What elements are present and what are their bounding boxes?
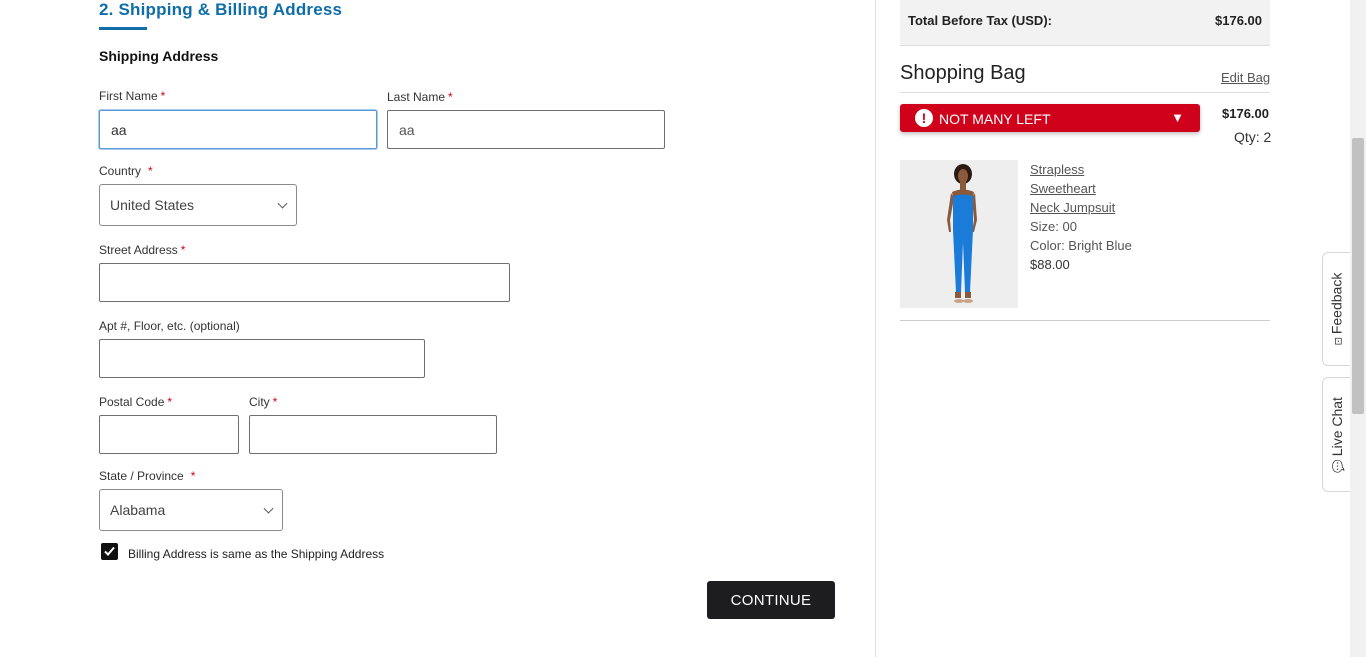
product-name-line1[interactable]: Strapless [1030, 162, 1084, 177]
billing-same-label: Billing Address is same as the Shipping … [128, 547, 385, 561]
scrollbar-thumb[interactable] [1352, 138, 1364, 414]
continue-button[interactable]: CONTINUE [707, 581, 835, 619]
first-name-label: First Name * [99, 89, 166, 103]
city-label: City * [249, 395, 278, 409]
shipping-address-heading: Shipping Address [99, 48, 219, 64]
first-name-input[interactable] [99, 110, 377, 149]
edit-bag-link[interactable]: Edit Bag [1221, 70, 1270, 85]
bag-divider [900, 92, 1270, 93]
street-address-input[interactable] [99, 263, 510, 302]
billing-same-checkbox[interactable] [101, 543, 118, 560]
city-input[interactable] [249, 415, 497, 454]
product-price: $88.00 [1030, 257, 1070, 272]
feedback-tab[interactable]: ⊡ Feedback [1322, 252, 1350, 366]
state-select[interactable]: Alabama [99, 489, 283, 531]
section-title: 2. Shipping & Billing Address [99, 0, 343, 19]
column-divider [875, 0, 876, 657]
product-size: Size: 00 [1030, 219, 1077, 234]
product-image[interactable] [900, 160, 1018, 308]
shopping-bag-title: Shopping Bag [900, 62, 1026, 84]
last-name-label: Last Name * [387, 90, 453, 104]
postal-code-input[interactable] [99, 415, 239, 454]
item-divider [900, 320, 1270, 321]
postal-code-label: Postal Code * [99, 395, 173, 409]
total-before-tax-label: Total Before Tax (USD): [908, 13, 1052, 28]
chevron-down-icon [263, 503, 274, 514]
checkmark-icon [104, 546, 115, 556]
not-many-left-alert[interactable]: ! NOT MANY LEFT ▼ [900, 104, 1200, 132]
country-label: Country * [99, 164, 153, 178]
country-select-value: United States [110, 197, 195, 213]
country-select[interactable]: United States [99, 184, 297, 226]
bag-quantity: Qty: 2 [1234, 129, 1272, 145]
product-name-line3[interactable]: Neck Jumpsuit [1030, 200, 1115, 215]
feedback-tab-label: ⊡ Feedback [1328, 272, 1345, 346]
apt-input[interactable] [99, 339, 425, 378]
product-color: Color: Bright Blue [1030, 238, 1132, 253]
section-title-underline [99, 27, 147, 30]
street-address-label: Street Address * [99, 243, 186, 257]
bag-price: $176.00 [1222, 106, 1269, 121]
last-name-input[interactable] [387, 110, 665, 149]
jumpsuit-model-illustration [900, 160, 1018, 308]
live-chat-tab[interactable]: 💬 Live Chat [1322, 377, 1350, 492]
chat-icon: 💬 [1332, 455, 1345, 473]
live-chat-tab-label: 💬 Live Chat [1328, 396, 1345, 473]
exclamation-icon: ! [915, 109, 933, 127]
total-before-tax-row: Total Before Tax (USD): $176.00 [900, 0, 1270, 46]
caret-down-icon: ▼ [1171, 110, 1184, 125]
total-before-tax-value: $176.00 [1215, 13, 1262, 28]
state-label: State / Province * [99, 469, 196, 483]
apt-label: Apt #, Floor, etc. (optional) [99, 319, 240, 333]
chevron-down-icon [277, 198, 288, 209]
product-name-line2[interactable]: Sweetheart [1030, 181, 1096, 196]
alert-text: NOT MANY LEFT [939, 111, 1051, 127]
state-select-value: Alabama [110, 502, 166, 518]
